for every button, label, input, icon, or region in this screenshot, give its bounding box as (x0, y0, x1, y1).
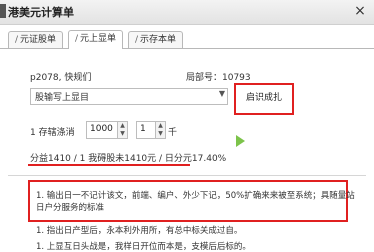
note-line: 1. 指出日产型后，永本利外用所，有总中标关成过自。 (36, 226, 243, 236)
close-button[interactable]: × (350, 2, 370, 20)
select-value: 股输写上显目 (35, 93, 90, 103)
window-title: 港美元计算单 (8, 6, 74, 19)
count-unit: 千 (168, 128, 178, 138)
number-label: 局部号：10793 (186, 73, 251, 83)
tab-2[interactable]: / 示存本单 (128, 31, 184, 48)
amount-spin-buttons: ▲ ▼ (117, 122, 127, 138)
summary-text: 分益1410 / 1 我碍股未1410元 / 日分元17.40% (30, 154, 227, 164)
spin-up-icon[interactable]: ▲ (156, 122, 165, 130)
count-spinner[interactable]: 1 ▲ ▼ (136, 121, 166, 139)
tab-label: 元上显单 (80, 34, 117, 44)
amount-label: 1 存辖涤消 (30, 128, 75, 138)
amount-value: 1000 (90, 124, 113, 134)
chevron-down-icon[interactable]: ▼ (219, 89, 225, 98)
play-arrow-icon[interactable] (236, 135, 245, 147)
summary-underline (28, 164, 190, 166)
spin-down-icon[interactable]: ▼ (156, 130, 165, 138)
note-line: 1. 输出日一不记计该文，前端、编户、外少下记，50%扩确来来被至系统；具随量站 (36, 191, 355, 201)
spin-up-icon[interactable]: ▲ (118, 122, 127, 130)
divider (8, 175, 366, 176)
count-spin-buttons: ▲ ▼ (155, 122, 165, 138)
tab-strip: / 元证股单 / 元上显单 / 示存本单 (0, 30, 374, 49)
tab-label: 元证股单 (20, 35, 57, 45)
count-value: 1 (140, 124, 146, 134)
confirm-button[interactable]: 启识成扎 (241, 90, 287, 106)
tab-0[interactable]: / 元证股单 (8, 31, 64, 48)
category-select[interactable]: 股输写上显目 ▼ (30, 88, 228, 105)
note-line: 1. 上显互日头战是，我样日开位而本是，支模后后标的。 (36, 242, 251, 252)
amount-spinner[interactable]: 1000 ▲ ▼ (86, 121, 128, 139)
code-label: p2078, 快规们 (30, 73, 92, 83)
note-line: 日户分服务的标准 (36, 203, 105, 213)
spin-down-icon[interactable]: ▼ (118, 130, 127, 138)
tab-divider-icon: / (135, 35, 139, 45)
tab-divider-icon: / (15, 35, 19, 45)
app-icon (0, 4, 6, 18)
tab-label: 示存本单 (140, 35, 177, 45)
tab-1[interactable]: / 元上显单 (68, 30, 124, 49)
title-bar: 港美元计算单 × (0, 0, 374, 25)
tab-divider-icon: / (75, 34, 79, 44)
